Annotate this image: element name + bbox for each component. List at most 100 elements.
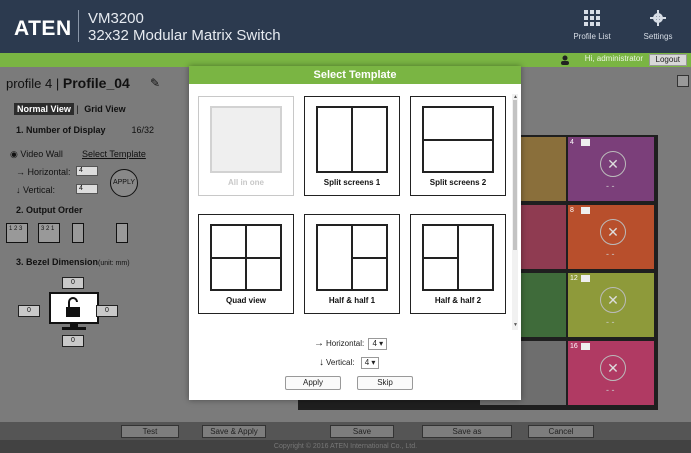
scroll-down-icon[interactable]: ▼ [513,322,518,328]
section-bezel: 3. Bezel Dimension(unit: mm) [16,257,130,267]
bezel-title: 3. Bezel Dimension [16,257,99,267]
dialog-title: Select Template [189,66,521,84]
user-greeting: Hi, administrator [584,54,643,63]
config-panel: Normal View | Grid View 1. Number of Dis… [6,97,156,417]
save-as-button[interactable]: Save as [422,425,512,438]
cell-menu-icon[interactable] [581,343,590,350]
tab-normal-view[interactable]: Normal View [14,103,74,115]
order-option-1[interactable]: 1 2 3 [6,223,28,243]
vertical-label: Vertical: [23,185,56,195]
cell-menu-icon[interactable] [581,207,590,214]
split-line [212,257,280,259]
template-preview [316,224,388,291]
cell-source: - - [606,249,615,259]
user-bar: Hi, administrator Logout [0,53,691,67]
grid-icon [584,10,600,26]
dialog-vertical-row: ↓ Vertical: 4 ▾ [319,357,380,369]
cell-number: 4 [570,139,574,146]
profile-list-label: Profile List [573,32,611,41]
vertical-select[interactable]: 4 [76,184,98,194]
logout-button[interactable]: Logout [648,54,687,66]
cell-number: 16 [570,343,578,350]
close-icon[interactable]: ✕ [600,355,626,381]
template-quad-view[interactable]: Quad view [198,214,294,314]
product-model: VM3200 [88,10,144,27]
bezel-right-input[interactable]: 0 [96,305,118,317]
video-wall-label: Video Wall [20,149,63,159]
profile-prefix: profile 4 | [6,76,60,91]
tab-grid-view[interactable]: Grid View [81,103,128,115]
select-template-dialog: Select Template All in one Split screens… [189,66,521,400]
close-icon[interactable]: ✕ [600,219,626,245]
split-line [424,139,492,141]
order-option-4[interactable] [116,223,128,243]
chevron-down-icon: ▾ [371,358,376,367]
page-title: profile 4 | Profile_04 [6,75,130,91]
template-preview [210,106,282,173]
dialog-horizontal-row: → Horizontal: 4 ▾ [314,338,388,350]
product-name: 32x32 Modular Matrix Switch [88,27,281,44]
user-icon [561,55,569,65]
close-icon[interactable]: ✕ [600,151,626,177]
save-button[interactable]: Save [330,425,394,438]
template-preview [210,224,282,291]
split-line [457,226,459,289]
template-label: Half & half 2 [434,296,482,305]
vertical-value: 4 [364,358,370,367]
grid-cell[interactable]: 16 ✕ - - [568,341,654,405]
select-template-link[interactable]: Select Template [82,149,146,159]
product-title: VM3200 32x32 Modular Matrix Switch [88,10,281,44]
template-split-screens-2[interactable]: Split screens 2 [410,96,506,196]
tab-separator: | [76,104,79,114]
horizontal-row: → Horizontal: [16,167,71,177]
settings-label: Settings [643,32,673,41]
cancel-button[interactable]: Cancel [528,425,594,438]
skip-button[interactable]: Skip [357,376,413,390]
template-label: All in one [228,178,264,187]
template-half-half-1[interactable]: Half & half 1 [304,214,400,314]
horizontal-select[interactable]: 4 [76,166,98,176]
grid-cell[interactable]: 8 ✕ - - [568,205,654,269]
test-button[interactable]: Test [121,425,179,438]
right-arrow-icon: → [314,338,324,350]
menu-icon[interactable] [677,75,689,87]
cell-source: - - [606,317,615,327]
template-split-screens-1[interactable]: Split screens 1 [304,96,400,196]
cell-number: 8 [570,207,574,214]
aten-logo: ATEN [14,17,72,40]
template-label: Split screens 2 [429,178,487,187]
template-label: Quad view [225,296,266,305]
cell-menu-icon[interactable] [581,275,590,282]
action-bar: Test Save & Apply Save Save as Cancel [0,422,691,440]
cell-source: - - [606,385,615,395]
apply-button[interactable]: Apply [285,376,341,390]
grid-cell[interactable]: 4 ✕ - - [568,137,654,201]
scroll-up-icon[interactable]: ▲ [513,94,518,100]
dialog-vertical-select[interactable]: 4 ▾ [360,357,380,369]
split-line [351,108,353,171]
template-preview [316,106,388,173]
view-tabs: Normal View | Grid View [14,103,129,115]
template-half-half-2[interactable]: Half & half 2 [410,214,506,314]
dialog-horizontal-select[interactable]: 4 ▾ [368,338,388,350]
cell-menu-icon[interactable] [581,139,590,146]
bezel-left-input[interactable]: 0 [18,305,40,317]
bezel-bottom-input[interactable]: 0 [62,335,84,347]
bezel-top-input[interactable]: 0 [62,277,84,289]
close-icon[interactable]: ✕ [600,287,626,313]
edit-pencil-icon[interactable]: ✎ [150,76,160,90]
order-option-3[interactable] [72,223,84,243]
split-line [353,257,386,259]
dialog-vertical-label: Vertical: [326,358,355,368]
settings-button[interactable]: Settings [628,8,688,48]
save-apply-button[interactable]: Save & Apply [202,425,266,438]
profile-list-button[interactable]: Profile List [562,8,622,48]
grid-cell[interactable]: 12 ✕ - - [568,273,654,337]
order-option-2[interactable]: 3 2 1 [38,223,60,243]
video-wall-radio[interactable]: ◉ Video Wall [10,149,63,160]
scrollbar-thumb[interactable] [513,100,517,250]
profile-name: Profile_04 [62,75,130,91]
section-number-of-display: 1. Number of Display [16,125,106,135]
apply-round-button[interactable]: APPLY [110,169,138,197]
horizontal-value: 4 [372,339,377,348]
